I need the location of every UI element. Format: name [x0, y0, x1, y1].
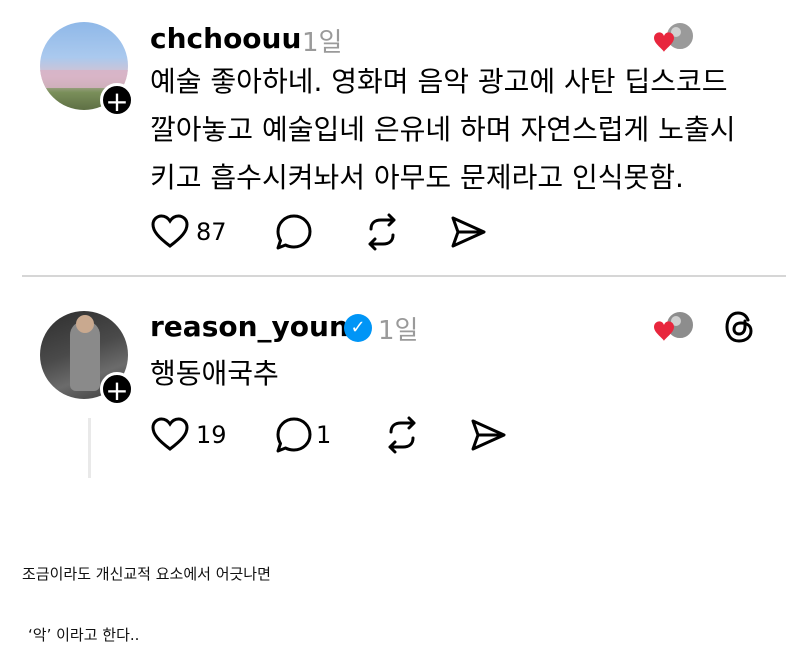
thread-line — [88, 418, 91, 478]
like-button[interactable] — [150, 212, 190, 252]
like-count: 87 — [196, 218, 227, 246]
post-text: 예술 좋아하네. 영화며 음악 광고에 사탄 딥스코드 깔아놓고 예술입네 은유… — [150, 58, 735, 202]
post-text-line: 행동애국추 — [150, 357, 279, 390]
caption-line-2: ‘악’ 이라고 한다.. — [28, 626, 140, 644]
post-actions: 19 1 — [150, 415, 550, 455]
post-text-line: 깔아놓고 예술입네 은유네 하며 자연스럽게 노출시 — [150, 113, 736, 146]
repost-icon — [368, 213, 396, 251]
post-text-line: 예술 좋아하네. 영화며 음악 광고에 사탄 딥스코드 — [150, 65, 728, 98]
heart-icon — [151, 214, 189, 248]
comment-icon — [276, 214, 312, 250]
post-time: 1일 — [302, 28, 343, 58]
share-icon — [471, 419, 506, 451]
likers-avatars[interactable] — [646, 20, 696, 56]
like-button[interactable] — [150, 415, 190, 455]
repost-button[interactable] — [362, 212, 402, 252]
share-button[interactable] — [448, 212, 488, 252]
heart-icon — [151, 417, 189, 451]
repost-icon — [388, 416, 416, 454]
repost-button[interactable] — [382, 415, 422, 455]
likers-avatars[interactable] — [646, 309, 696, 345]
post-text-line: 키고 흡수시켜놔서 아무도 문제라고 인식못함. — [150, 161, 684, 194]
username[interactable]: reason_youn — [150, 310, 349, 343]
follow-plus-icon[interactable]: + — [100, 372, 134, 407]
username[interactable]: chchoouu — [150, 22, 301, 55]
post-divider — [22, 275, 786, 277]
share-button[interactable] — [468, 415, 508, 455]
post-text: 행동애국추 — [150, 350, 279, 398]
caption-line-1: 조금이라도 개신교적 요소에서 어긋나면 — [22, 565, 271, 583]
reply-button[interactable] — [274, 415, 314, 455]
share-icon — [451, 216, 486, 248]
post-chchoouu: + chchoouu 1일 예술 좋아하네. 영화며 음악 광고에 사탄 딥스코… — [22, 0, 786, 275]
reply-button[interactable] — [274, 212, 314, 252]
verified-icon: ✓ — [344, 314, 372, 342]
screenshot-panel: + chchoouu 1일 예술 좋아하네. 영화며 음악 광고에 사탄 딥스코… — [22, 0, 786, 497]
follow-plus-icon[interactable]: + — [100, 83, 134, 118]
post-time: 1일 — [378, 316, 419, 346]
reply-count: 1 — [316, 421, 332, 449]
post-reason-youn: + reason_youn ✓ 1일 행동애국추 19 1 — [22, 278, 786, 497]
threads-logo-icon[interactable] — [724, 310, 758, 344]
like-count: 19 — [196, 421, 227, 449]
comment-icon — [276, 417, 312, 453]
post-actions: 87 — [150, 212, 550, 252]
